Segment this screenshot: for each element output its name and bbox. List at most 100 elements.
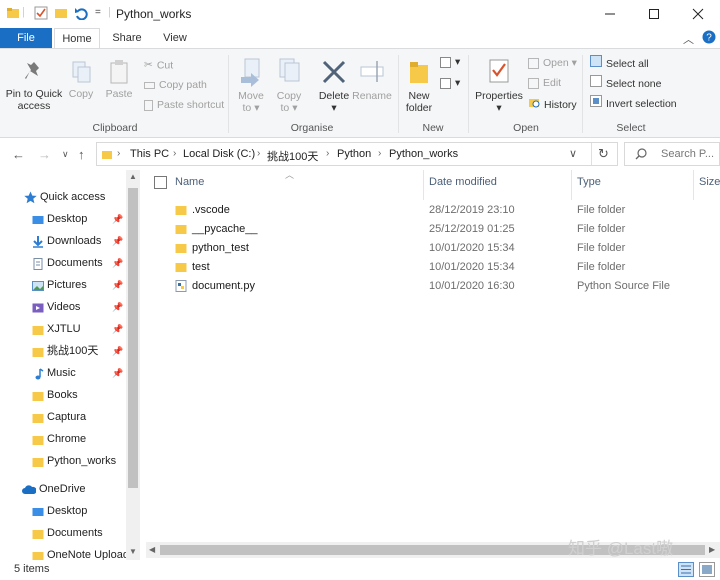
delete-button[interactable]: Delete ▾ [316,57,352,114]
tab-home[interactable]: Home [54,28,100,49]
forward-arrow-icon[interactable]: → [38,147,51,162]
qat-customize-icon[interactable]: = [95,7,101,18]
file-row[interactable]: __pycache__ 25/12/2019 01:25 File folder [170,220,715,239]
breadcrumb-challenge-folder[interactable]: 挑战100天 [267,148,318,164]
select-none-button[interactable]: Select none [590,75,661,92]
pin-quick-access-button[interactable]: Pin to Quick access [4,59,64,112]
file-list: ︿ Name Date modified Type Size .vscode 2… [140,170,720,560]
sidebar-item-videos[interactable]: Videos 📌 [0,297,126,317]
properties-check-icon[interactable] [34,6,48,23]
properties-button[interactable]: Properties ▾ [474,57,524,114]
maximize-button[interactable] [632,0,676,28]
copy-path-button[interactable]: Copy path [144,77,207,94]
sidebar-item-chrome[interactable]: Chrome [0,429,126,449]
scroll-up-icon[interactable]: ▲ [129,172,137,181]
tab-view[interactable]: View [152,28,198,49]
column-header-name[interactable]: Name [175,176,204,188]
breadcrumb-separator: › [326,148,330,159]
sidebar-item-captura[interactable]: Captura [0,407,126,427]
paste-button[interactable]: Paste [102,59,136,100]
sidebar-scrollbar[interactable]: ▲ ▼ [126,170,140,560]
refresh-icon[interactable]: ↻ [598,146,609,162]
open-button[interactable]: Open ▾ [528,55,577,72]
up-arrow-icon[interactable]: ↑ [78,147,85,162]
sidebar-item-desktop[interactable]: Desktop 📌 [0,209,126,229]
address-bar[interactable]: › This PC › Local Disk (C:) › 挑战100天 › P… [96,142,618,166]
minimize-icon [605,13,615,15]
search-box[interactable]: Search P... [624,142,720,166]
sidebar-item-python-works[interactable]: Python_works [0,451,126,471]
file-row[interactable]: test 10/01/2020 15:34 File folder [170,258,715,277]
file-row[interactable]: document.py 10/01/2020 16:30 Python Sour… [170,277,715,296]
folder-icon [32,345,44,365]
select-all-button[interactable]: Select all [590,55,649,72]
history-button[interactable]: History [528,96,577,113]
sidebar-item-challenge-folder[interactable]: 挑战100天 📌 [0,341,126,361]
column-divider[interactable] [423,170,424,200]
cut-button[interactable]: ✂ Cut [144,57,173,74]
sidebar-item-onedrive-desktop[interactable]: Desktop [0,501,126,521]
new-folder-quick-icon[interactable] [54,6,68,23]
group-divider [228,55,229,133]
scroll-right-icon[interactable]: ▶ [709,545,715,554]
column-divider[interactable] [571,170,572,200]
breadcrumb-python-works[interactable]: Python_works [389,148,458,160]
breadcrumb-this-pc[interactable]: This PC [130,148,169,160]
collapse-ribbon-icon[interactable]: ︿ [683,31,694,47]
invert-selection-button[interactable]: Invert selection [590,95,677,112]
select-all-checkbox[interactable] [154,176,167,192]
help-icon[interactable]: ? [702,30,716,47]
scroll-left-icon[interactable]: ◀ [149,545,155,554]
breadcrumb-local-disk[interactable]: Local Disk (C:) [183,148,255,160]
scroll-down-icon[interactable]: ▼ [129,547,137,556]
properties-icon [489,59,509,83]
new-item-button[interactable]: ▾ [440,54,460,71]
easy-access-icon [440,77,451,89]
minimize-button[interactable] [588,0,632,28]
column-header-size[interactable]: Size [699,176,720,188]
group-divider [398,55,399,133]
file-row[interactable]: python_test 10/01/2020 15:34 File folder [170,239,715,258]
close-icon [692,8,704,20]
separator-bar: | [22,6,25,18]
easy-access-button[interactable]: ▾ [440,75,460,92]
undo-icon[interactable] [74,6,88,23]
sidebar-item-onenote-uploads[interactable]: OneNote Uploads [0,545,134,560]
tab-file[interactable]: File [0,28,52,49]
large-icons-view-icon[interactable] [699,562,715,580]
rename-button[interactable]: Rename [352,57,392,102]
sidebar-item-pictures[interactable]: Pictures 📌 [0,275,126,295]
copy-button[interactable]: Copy [66,59,96,100]
scrollbar-thumb[interactable] [128,188,138,488]
folder-icon [32,411,44,431]
sidebar-item-onedrive[interactable]: OneDrive [0,479,126,499]
copy-to-button[interactable]: Copy to ▾ [274,57,304,114]
paste-shortcut-button[interactable]: Paste shortcut [144,97,224,114]
recent-locations-icon[interactable]: ∨ [62,149,69,160]
sidebar-item-downloads[interactable]: Downloads 📌 [0,231,126,251]
file-row[interactable]: .vscode 28/12/2019 23:10 File folder [170,201,715,220]
scissors-icon: ✂ [144,59,153,71]
move-to-button[interactable]: Move to ▾ [236,57,266,114]
sidebar-item-onedrive-documents[interactable]: Documents [0,523,126,543]
sidebar-item-books[interactable]: Books [0,385,126,405]
breadcrumb-python[interactable]: Python [337,148,371,160]
sidebar-item-quick-access[interactable]: Quick access [0,187,126,207]
invert-selection-icon [590,95,602,113]
address-dropdown-icon[interactable]: ∨ [569,147,577,160]
new-folder-button[interactable]: New folder [402,57,436,114]
desktop-icon [32,213,44,233]
edit-button[interactable]: Edit [528,75,561,92]
column-divider[interactable] [693,170,694,200]
pin-icon: 📌 [112,302,124,312]
ribbon: Pin to Quick access Copy Paste ✂ Cut Copy … [0,48,720,138]
tab-share[interactable]: Share [104,28,150,49]
details-view-icon[interactable] [678,562,694,580]
sidebar-item-music[interactable]: Music 📌 [0,363,126,383]
column-header-date-modified[interactable]: Date modified [429,176,497,188]
sidebar-item-documents[interactable]: Documents 📌 [0,253,126,273]
column-header-type[interactable]: Type [577,176,601,188]
back-arrow-icon[interactable]: ← [12,147,25,162]
close-button[interactable] [676,0,720,28]
sidebar-item-xjtlu[interactable]: XJTLU 📌 [0,319,126,339]
